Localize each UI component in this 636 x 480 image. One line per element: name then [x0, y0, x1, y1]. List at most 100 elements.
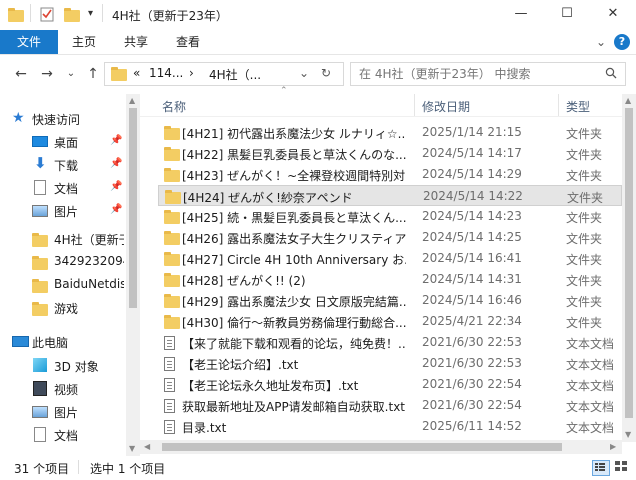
scrollbar-thumb[interactable] — [129, 108, 137, 308]
maximize-button[interactable]: ☐ — [544, 0, 590, 30]
breadcrumb-parent[interactable]: 114... — [149, 66, 183, 80]
sidebar-item-label: 3D 对象 — [54, 360, 99, 374]
help-icon[interactable]: ? — [614, 34, 630, 50]
file-type: 文本文档 — [566, 337, 615, 351]
file-type: 文件夹 — [566, 148, 603, 162]
file-row[interactable]: 【老王论坛介绍】.txt 2021/6/30 22:53 文本文档 — [158, 353, 622, 374]
breadcrumb-current[interactable]: 4H社（... — [209, 66, 261, 83]
file-row[interactable]: [4H24] ぜんがく!紗奈アペンド 2024/5/14 14:22 文件夹 — [158, 185, 622, 206]
pin-icon[interactable]: 📌 — [110, 158, 122, 169]
pin-icon[interactable]: 📌 — [110, 135, 122, 146]
sidebar-item-baidunetdisk[interactable]: BaiduNetdis — [0, 274, 126, 296]
file-name: [4H27] Circle 4H 10th Anniversary お... — [182, 253, 406, 267]
file-type: 文件夹 — [566, 295, 603, 309]
file-row[interactable]: [4H23] ぜんがく！~全裸登校週間特別対... 2024/5/14 14:29… — [158, 164, 622, 185]
file-date: 2024/5/14 14:22 — [423, 189, 523, 203]
file-row[interactable]: 获取最新地址及APP请发邮箱自动获取.txt 2021/6/30 22:54 文本文… — [158, 395, 622, 416]
star-icon: ★ — [12, 110, 25, 126]
file-row[interactable]: [4H25] 続・黒髪巨乳委員長と草汰くん... 2024/5/14 14:23 文… — [158, 206, 622, 227]
sidebar-item-label: 3429232094 — [54, 254, 124, 268]
item-count: 31 个项目 — [14, 462, 70, 476]
expand-ribbon-icon[interactable]: ⌄ — [596, 35, 606, 49]
file-list-scrollbar[interactable]: ▲ ▼ — [622, 94, 636, 442]
large-icons-view-icon[interactable] — [614, 460, 630, 474]
scroll-down-icon[interactable]: ▼ — [625, 430, 631, 439]
file-type: 文件夹 — [566, 316, 603, 330]
sidebar-item-pictures[interactable]: 图片 📌 — [0, 200, 126, 222]
tab-share[interactable]: 共享 — [116, 30, 156, 54]
address-bar[interactable]: « 114... › 4H社（... ⌄ ↻ — [104, 62, 344, 86]
properties-icon[interactable] — [40, 6, 54, 25]
file-type: 文件夹 — [566, 232, 603, 246]
up-button[interactable]: ↑ — [84, 65, 102, 83]
file-name: [4H28] ぜんがく!! (2) — [182, 274, 306, 288]
file-row[interactable]: [4H21] 初代露出系魔法少女 ルナリィ☆... 2025/1/14 21:15… — [158, 122, 622, 143]
file-row[interactable]: 目录.txt 2025/6/11 14:52 文本文档 — [158, 416, 622, 437]
column-header-name[interactable]: 名称 — [162, 98, 186, 115]
file-list: [4H21] 初代露出系魔法少女 ルナリィ☆... 2025/1/14 21:15… — [140, 122, 622, 442]
refresh-icon[interactable]: ↻ — [321, 66, 331, 80]
scroll-left-icon[interactable]: ◀ — [144, 442, 150, 451]
file-name: [4H25] 続・黒髪巨乳委員長と草汰くん... — [182, 211, 406, 225]
close-button[interactable]: ✕ — [590, 0, 636, 30]
pin-icon[interactable]: 📌 — [110, 181, 122, 192]
file-row[interactable]: [4H27] Circle 4H 10th Anniversary お... 20… — [158, 248, 622, 269]
file-row[interactable]: [4H22] 黒髪巨乳委員長と草汰くんのな... 2024/5/14 14:17 文… — [158, 143, 622, 164]
breadcrumb-overflow[interactable]: « — [133, 66, 140, 80]
sidebar-item-documents[interactable]: 文档 📌 — [0, 177, 126, 199]
file-name: 【来了就能下载和观看的论坛，纯免费！... — [182, 337, 406, 351]
column-header-date[interactable]: 修改日期 — [422, 98, 470, 115]
customize-toolbar-icon[interactable]: ▾ — [88, 8, 93, 19]
file-date: 2024/5/14 14:17 — [422, 146, 522, 160]
minimize-button[interactable]: — — [498, 0, 544, 30]
sidebar-item-downloads[interactable]: ⬇ 下载 📌 — [0, 154, 126, 176]
file-row[interactable]: [4H28] ぜんがく!! (2) 2024/5/14 14:31 文件夹 — [158, 269, 622, 290]
tab-file[interactable]: 文件 — [0, 30, 58, 54]
column-divider[interactable] — [414, 94, 415, 116]
scrollbar-thumb[interactable] — [162, 443, 562, 451]
sidebar-item-4h-folder[interactable]: 4H社（更新于 — [0, 228, 126, 250]
divider — [78, 460, 79, 474]
details-view-icon[interactable] — [592, 460, 610, 476]
file-type: 文本文档 — [566, 379, 615, 393]
sidebar-item-this-pc[interactable]: 此电脑 — [0, 331, 126, 353]
pin-icon[interactable]: 📌 — [110, 204, 122, 215]
recent-locations-icon[interactable]: ⌄ — [62, 65, 80, 83]
sidebar-item-label: 视频 — [54, 383, 79, 397]
folder-icon — [32, 256, 48, 270]
sidebar-scrollbar[interactable]: ▲ ▼ — [126, 94, 140, 456]
sidebar-item-games[interactable]: 游戏 — [0, 297, 126, 319]
scroll-right-icon[interactable]: ▶ — [610, 442, 616, 451]
search-input[interactable] — [357, 65, 601, 83]
sidebar-item-videos[interactable]: 视频 — [0, 378, 126, 400]
desktop-icon — [32, 136, 48, 147]
tab-view[interactable]: 查看 — [168, 30, 208, 54]
file-row[interactable]: [4H29] 露出系魔法少女 日文原版完結篇... 2024/5/14 16:46… — [158, 290, 622, 311]
file-type: 文件夹 — [566, 211, 603, 225]
navigation-pane: ★ 快速访问 桌面 📌 ⬇ 下载 📌 文档 📌 图片 📌 4H社（更新于 342… — [0, 102, 126, 456]
file-row[interactable]: 【来了就能下载和观看的论坛，纯免费！... 2021/6/30 22:53 文本文档 — [158, 332, 622, 353]
horizontal-scrollbar[interactable]: ◀ ▶ — [140, 440, 622, 454]
sidebar-item-pc-documents[interactable]: 文档 — [0, 424, 126, 446]
file-date: 2021/6/30 22:54 — [422, 377, 522, 391]
scrollbar-thumb[interactable] — [625, 108, 633, 418]
sidebar-item-3429232094[interactable]: 3429232094 — [0, 251, 126, 273]
scroll-up-icon[interactable]: ▲ — [625, 96, 631, 105]
scroll-down-icon[interactable]: ▼ — [129, 444, 135, 453]
forward-button[interactable]: → — [38, 65, 56, 83]
column-divider[interactable] — [558, 94, 559, 116]
sidebar-item-pc-pictures[interactable]: 图片 — [0, 401, 126, 423]
breadcrumb-separator[interactable]: › — [189, 66, 194, 80]
file-row[interactable]: 【老王论坛永久地址发布页】.txt 2021/6/30 22:54 文本文档 — [158, 374, 622, 395]
sidebar-item-quick-access[interactable]: ★ 快速访问 — [0, 108, 126, 130]
sidebar-item-3d-objects[interactable]: 3D 对象 — [0, 355, 126, 377]
file-row[interactable]: [4H26] 露出系魔法女子大生クリスティア 2024/5/14 14:25 文件夹 — [158, 227, 622, 248]
scroll-up-icon[interactable]: ▲ — [129, 96, 135, 105]
column-header-type[interactable]: 类型 — [566, 98, 590, 115]
file-row[interactable]: [4H30] 倫行～新教員労務倫理行動総合... 2025/4/21 22:34 文… — [158, 311, 622, 332]
back-button[interactable]: ← — [12, 65, 30, 83]
tab-home[interactable]: 主页 — [64, 30, 104, 54]
address-dropdown-icon[interactable]: ⌄ — [299, 66, 309, 80]
sidebar-item-desktop[interactable]: 桌面 📌 — [0, 131, 126, 153]
search-box[interactable] — [350, 62, 626, 86]
